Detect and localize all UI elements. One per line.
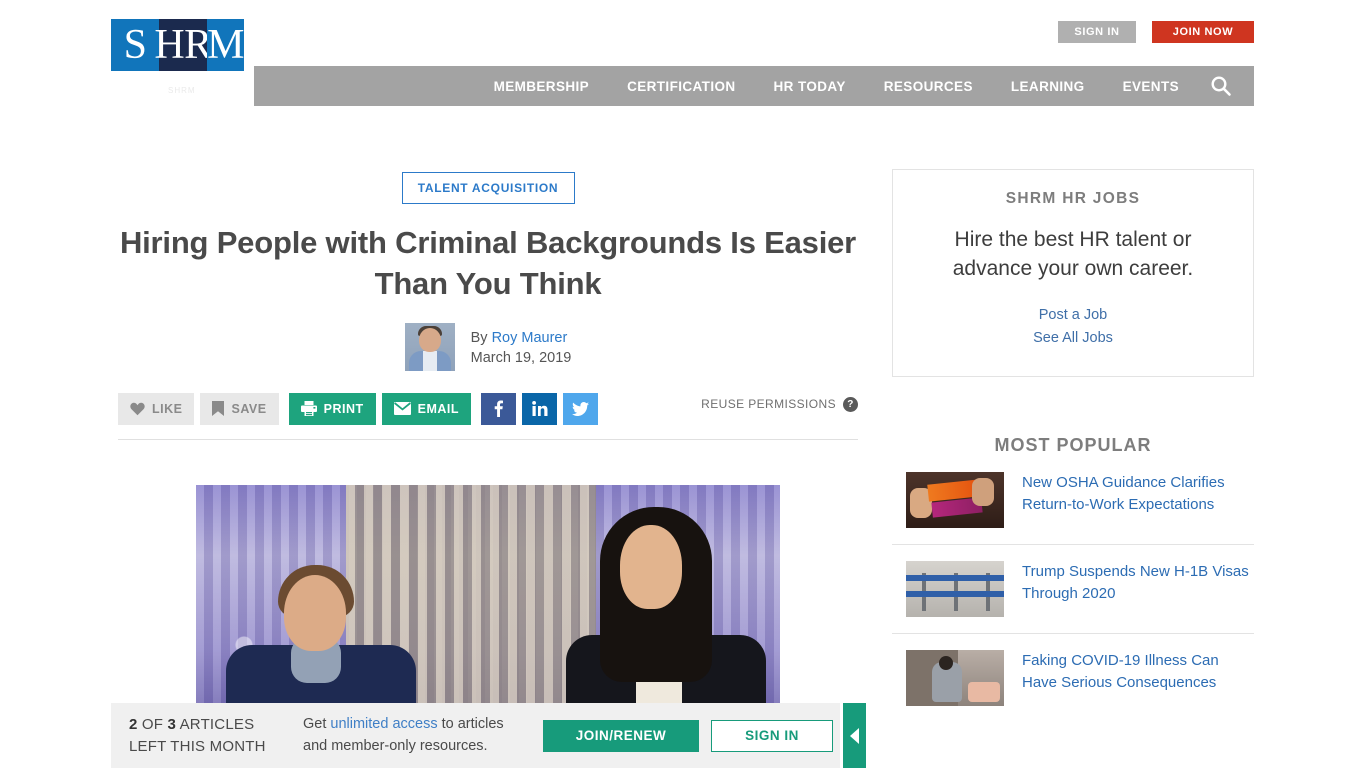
sign-in-button[interactable]: SIGN IN — [1058, 21, 1136, 43]
list-item[interactable]: Faking COVID-19 Illness Can Have Serious… — [892, 633, 1254, 722]
article-hero-image — [196, 484, 780, 720]
most-popular-title: MOST POPULAR — [994, 435, 1152, 456]
thumbnail-image — [906, 561, 1004, 618]
linkedin-icon — [531, 401, 547, 417]
help-icon[interactable]: ? — [843, 396, 858, 412]
most-popular-link[interactable]: New OSHA Guidance Clarifies Return-to-Wo… — [1022, 472, 1254, 516]
nav-item-learning[interactable]: LEARNING — [992, 79, 1104, 94]
facebook-icon — [494, 400, 503, 418]
print-button[interactable]: PRINT — [288, 392, 376, 425]
articles-word: ARTICLES — [176, 715, 255, 733]
most-popular-link[interactable]: Trump Suspends New H-1B Visas Through 20… — [1022, 561, 1254, 605]
byline-prefix: By — [470, 329, 492, 346]
thumbnail-image — [906, 472, 1004, 529]
like-button[interactable]: LIKE — [118, 392, 195, 425]
email-label: EMAIL — [417, 401, 459, 416]
nav-item-membership[interactable]: MEMBERSHIP — [475, 79, 609, 94]
facebook-share-button[interactable] — [481, 392, 516, 425]
paywall-collapse-toggle[interactable] — [843, 703, 866, 768]
like-label: LIKE — [152, 401, 183, 416]
articles-remaining-text: 2 OF 3 ARTICLES LEFT THIS MONTH — [129, 714, 281, 758]
twitter-icon — [572, 401, 589, 416]
paywall-banner: 2 OF 3 ARTICLES LEFT THIS MONTH Get unli… — [111, 703, 840, 768]
articles-of-text: OF — [137, 715, 168, 733]
print-label: PRINT — [323, 401, 364, 416]
email-button[interactable]: EMAIL — [381, 392, 471, 425]
jobs-card-title: SHRM HR JOBS — [1005, 190, 1141, 207]
byline-author-line: By Roy Maurer — [471, 328, 572, 350]
divider — [118, 438, 858, 440]
chevron-left-icon — [850, 727, 859, 744]
paywall-copy-pre: Get — [303, 716, 331, 733]
article-action-bar: LIKE SAVE PRINT EMAIL REUSE PERMISSIONS … — [118, 392, 858, 425]
jobs-card-copy: Hire the best HR talent or advance your … — [952, 228, 1194, 280]
reuse-permissions-label: REUSE PERMISSIONS — [701, 397, 836, 412]
site-header: S HR M SHRM SIGN IN JOIN NOW MEMBERSHIP … — [0, 0, 1366, 118]
heart-icon — [130, 402, 145, 416]
article-main-column: TALENT ACQUISITION Hiring People with Cr… — [118, 150, 858, 720]
logo-block-s: S — [111, 19, 159, 71]
logo-block-hr: HR — [154, 19, 212, 71]
articles-left-line2: LEFT THIS MONTH — [129, 737, 266, 755]
list-item[interactable]: New OSHA Guidance Clarifies Return-to-Wo… — [892, 456, 1254, 544]
most-popular-link[interactable]: Faking COVID-19 Illness Can Have Serious… — [1022, 650, 1254, 694]
unlimited-access-link[interactable]: unlimited access — [330, 716, 437, 732]
byline: By Roy Maurer March 19, 2019 — [118, 322, 858, 371]
nav-item-events[interactable]: EVENTS — [1104, 79, 1198, 94]
list-item[interactable]: Trump Suspends New H-1B Visas Through 20… — [892, 544, 1254, 633]
linkedin-share-button[interactable] — [522, 392, 557, 425]
see-all-jobs-link[interactable]: See All Jobs — [917, 327, 1229, 350]
main-navigation: MEMBERSHIP CERTIFICATION HR TODAY RESOUR… — [254, 66, 1254, 106]
logo-text-s: S — [123, 22, 147, 68]
search-icon[interactable] — [1198, 66, 1244, 106]
page-title: Hiring People with Criminal Backgrounds … — [119, 225, 857, 301]
articles-read-count: 2 — [129, 715, 138, 733]
paywall-sign-in-button[interactable]: SIGN IN — [711, 719, 833, 752]
bookmark-icon — [212, 401, 225, 417]
nav-item-certification[interactable]: CERTIFICATION — [608, 79, 754, 94]
nav-item-hr-today[interactable]: HR TODAY — [755, 79, 865, 94]
shrm-logo[interactable]: S HR M — [111, 19, 244, 71]
twitter-share-button[interactable] — [563, 392, 598, 425]
save-label: SAVE — [231, 401, 267, 416]
shrm-hr-jobs-card: SHRM HR JOBS Hire the best HR talent or … — [892, 169, 1254, 378]
nav-item-resources[interactable]: RESOURCES — [865, 79, 992, 94]
author-link[interactable]: Roy Maurer — [492, 330, 568, 346]
join-now-button[interactable]: JOIN NOW — [1152, 21, 1254, 43]
avatar — [404, 322, 455, 371]
category-badge[interactable]: TALENT ACQUISITION — [401, 172, 575, 204]
logo-subtext: SHRM — [168, 86, 196, 95]
logo-text-m: M — [207, 22, 244, 68]
publish-date: March 19, 2019 — [470, 349, 572, 366]
join-renew-button[interactable]: JOIN/RENEW — [543, 719, 699, 752]
articles-total-count: 3 — [167, 715, 177, 733]
right-sidebar: SHRM HR JOBS Hire the best HR talent or … — [892, 169, 1254, 722]
thumbnail-image — [906, 650, 1004, 707]
envelope-icon — [393, 402, 411, 416]
logo-text-hr: HR — [154, 22, 212, 68]
post-a-job-link[interactable]: Post a Job — [917, 304, 1229, 327]
logo-block-m: M — [207, 19, 244, 71]
reuse-permissions-button[interactable]: REUSE PERMISSIONS ? — [701, 396, 858, 412]
paywall-copy: Get unlimited access to articles and mem… — [303, 714, 531, 756]
save-button[interactable]: SAVE — [200, 392, 279, 425]
printer-icon — [300, 401, 317, 417]
